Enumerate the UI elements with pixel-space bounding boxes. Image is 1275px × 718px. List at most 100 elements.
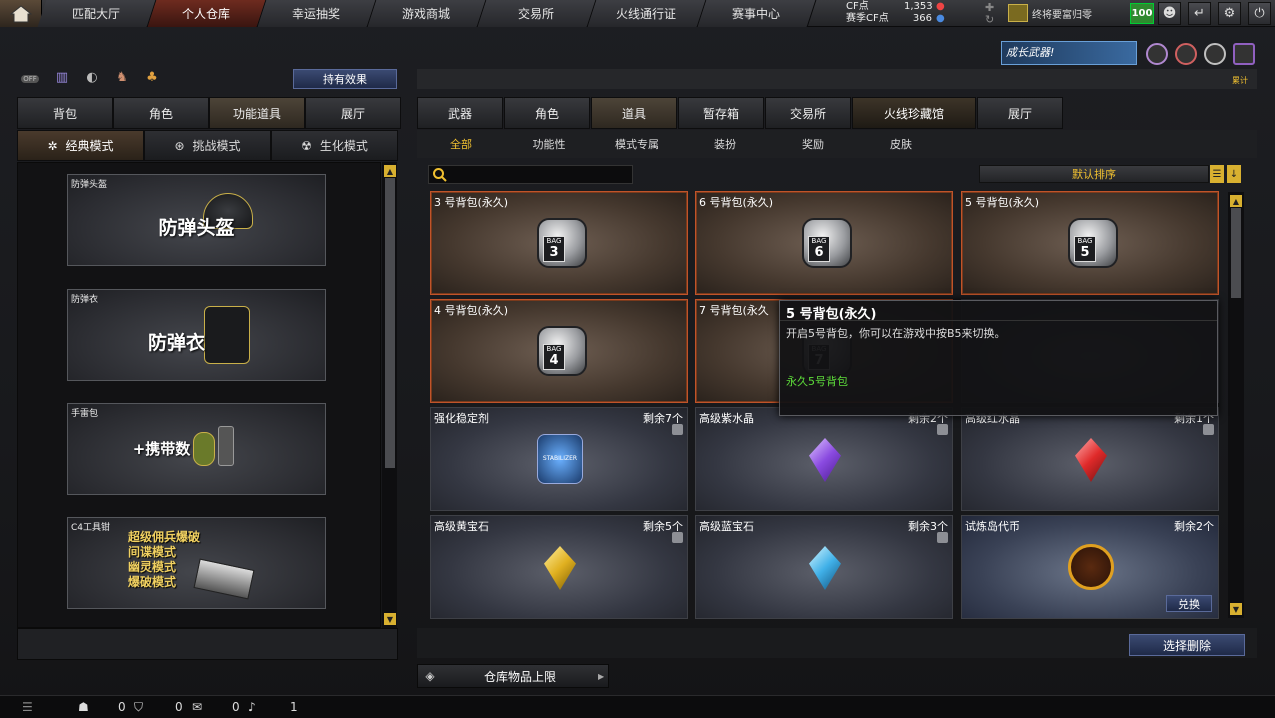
subtab-mode-exclusive[interactable]: 模式专属	[593, 130, 681, 158]
item-card[interactable]: 4 号背包(永久) BAG 4	[430, 299, 688, 403]
nav-tab-lucky-draw[interactable]: 幸运抽奖	[257, 0, 377, 27]
subtab-rewards[interactable]: 奖励	[769, 130, 857, 158]
mode-label: 经典模式	[65, 139, 114, 153]
chat-icon[interactable]: ✉	[192, 700, 202, 714]
lock-icon[interactable]	[672, 424, 683, 435]
token-coin-icon	[1068, 544, 1114, 590]
left-scrollbar[interactable]: ▲ ▼	[382, 162, 397, 628]
sort-order-icon[interactable]: ↓	[1227, 165, 1241, 183]
tab-gallery[interactable]: 展厅	[305, 97, 401, 129]
ranking-icon[interactable]: ▥	[52, 70, 72, 88]
tab-props[interactable]: 道具	[591, 97, 677, 129]
card-armor[interactable]: 防弹衣 防弹衣	[67, 289, 326, 381]
gear-icon[interactable]: ⚙	[1218, 2, 1241, 25]
growth-weapon-banner[interactable]: 成长武器!	[1001, 41, 1137, 65]
toggle-off-icon[interactable]: OFF	[20, 70, 40, 88]
scroll-thumb[interactable]	[385, 178, 395, 468]
rank-icon	[1008, 4, 1028, 22]
scroll-thumb[interactable]	[1231, 208, 1241, 298]
tab-exchange[interactable]: 交易所	[765, 97, 851, 129]
shield-icon[interactable]: ⛉	[134, 700, 143, 715]
menu-icon[interactable]: ☰	[22, 700, 33, 714]
item-card[interactable]: 强化稳定剂 剩余7个 STABILIZER	[430, 407, 688, 511]
scroll-down-icon[interactable]: ▼	[384, 613, 396, 625]
cf-add-icon[interactable]: ●	[936, 1, 945, 13]
layers-icon: ◈	[425, 669, 435, 683]
return-icon[interactable]: ↵	[1188, 2, 1211, 25]
card-grenade-pack[interactable]: 手雷包 +携带数	[67, 403, 326, 495]
item-card[interactable]: 高级紫水晶 剩余2个	[695, 407, 953, 511]
item-name: 5 号背包(永久)	[965, 196, 1040, 209]
mask-icon[interactable]: ☻	[1158, 2, 1181, 25]
speaker-icon[interactable]: ♪	[248, 700, 256, 714]
friends-icon[interactable]: ☗	[78, 700, 89, 714]
home-button[interactable]	[0, 0, 42, 27]
tab-classic-mode[interactable]: ✲ 经典模式	[17, 130, 144, 161]
target-badge-icon[interactable]	[1175, 43, 1197, 65]
match-cf-icon[interactable]: ●	[936, 13, 945, 25]
tab-challenge-mode[interactable]: ⊛ 挑战模式	[144, 130, 271, 161]
card-helmet[interactable]: 防弹头盔 防弹头盔	[67, 174, 326, 266]
v-badge-icon[interactable]	[1233, 43, 1255, 65]
nav-tab-label: 幸运抽奖	[292, 7, 341, 21]
tooltip-duration: 永久5号背包	[786, 375, 848, 388]
nav-tab-events[interactable]: 赛事中心	[697, 0, 817, 27]
card-title: 防弹头盔	[71, 180, 108, 190]
tab-roles[interactable]: 角色	[504, 97, 590, 129]
subtab-functional[interactable]: 功能性	[505, 130, 593, 158]
lock-icon[interactable]	[937, 424, 948, 435]
character-icon[interactable]: ♞	[112, 70, 132, 88]
subtab-skins[interactable]: 皮肤	[857, 130, 945, 158]
lock-icon[interactable]	[1203, 424, 1214, 435]
shield-badge-icon[interactable]	[1146, 43, 1168, 65]
tab-showroom[interactable]: 展厅	[977, 97, 1063, 129]
item-card[interactable]: 试炼岛代币 剩余2个 兑换	[961, 515, 1219, 619]
scroll-down-icon[interactable]: ▼	[1230, 603, 1242, 615]
sort-dropdown[interactable]: 默认排序	[979, 165, 1209, 183]
tab-weapons[interactable]: 武器	[417, 97, 503, 129]
search-input[interactable]	[428, 165, 633, 184]
tab-storage-box[interactable]: 暂存箱	[678, 97, 764, 129]
power-icon[interactable]: ⏻	[1248, 2, 1271, 25]
volume-count: 1	[290, 700, 298, 714]
tab-backpack[interactable]: 背包	[17, 97, 113, 129]
tab-function-items[interactable]: 功能道具	[209, 97, 305, 129]
subtab-dress-up[interactable]: 装扮	[681, 130, 769, 158]
nav-tab-personal-warehouse[interactable]: 个人仓库	[147, 0, 267, 27]
tab-collection-hall[interactable]: 火线珍藏馆	[852, 97, 976, 129]
tab-biochem-mode[interactable]: ☢ 生化模式	[271, 130, 398, 161]
holding-effect-button[interactable]: 持有效果	[293, 69, 397, 89]
item-card[interactable]: 6 号背包(永久) BAG 6	[695, 191, 953, 295]
history-icon[interactable]: ◐	[82, 70, 102, 88]
tab-character[interactable]: 角色	[113, 97, 209, 129]
scroll-up-icon[interactable]: ▲	[384, 165, 396, 177]
item-card[interactable]: 5 号背包(永久) BAG 5	[961, 191, 1219, 295]
card-c4-tool[interactable]: C4工具钳 超级佣兵爆破 间谍模式 幽灵模式 爆破模式	[67, 517, 326, 609]
nav-tab-label: 游戏商城	[402, 7, 451, 21]
warehouse-limit-button[interactable]: ◈ 仓库物品上限 ▶	[417, 664, 609, 688]
nav-tab-match-hall[interactable]: 匹配大厅	[37, 0, 157, 27]
biochem-mode-icon: ☢	[301, 138, 312, 153]
pet-icon[interactable]: ♣	[142, 70, 162, 88]
subtab-all[interactable]: 全部	[417, 130, 505, 158]
backpack-icon: BAG 6	[802, 218, 852, 268]
item-card[interactable]: 高级红水晶 剩余1个	[961, 407, 1219, 511]
scroll-up-icon[interactable]: ▲	[1230, 195, 1242, 207]
search-icon	[433, 168, 447, 182]
list-view-icon[interactable]: ☰	[1210, 165, 1224, 183]
lock-icon[interactable]	[672, 532, 683, 543]
right-scrollbar[interactable]: ▲ ▼	[1228, 192, 1244, 618]
nav-tab-game-mall[interactable]: 游戏商城	[367, 0, 487, 27]
item-card[interactable]: 高级蓝宝石 剩余3个	[695, 515, 953, 619]
purple-crystal-icon	[809, 438, 841, 482]
bag-number: 3	[549, 245, 559, 260]
item-card[interactable]: 高级黄宝石 剩余5个	[430, 515, 688, 619]
exchange-button[interactable]: 兑换	[1166, 595, 1212, 612]
refresh-icon[interactable]: ↻	[985, 13, 994, 26]
nav-tab-battle-pass[interactable]: 火线通行证	[587, 0, 707, 27]
select-delete-button[interactable]: 选择删除	[1129, 634, 1245, 656]
knife-badge-icon[interactable]	[1204, 43, 1226, 65]
item-card[interactable]: 3 号背包(永久) BAG 3	[430, 191, 688, 295]
nav-tab-exchange[interactable]: 交易所	[477, 0, 597, 27]
lock-icon[interactable]	[937, 532, 948, 543]
